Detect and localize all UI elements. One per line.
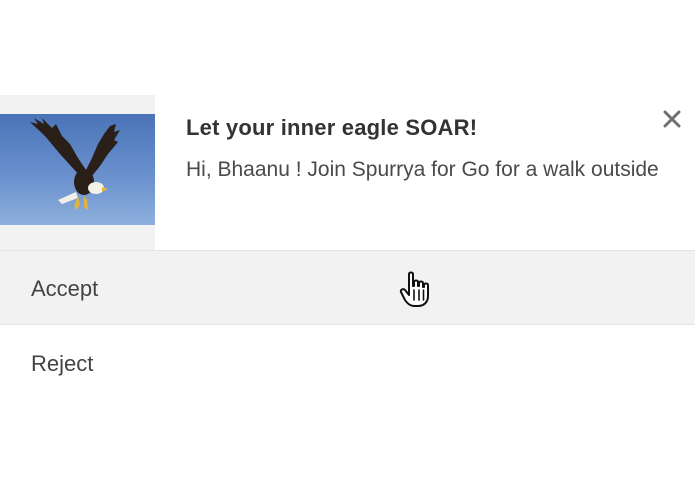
notification-card: Let your inner eagle SOAR! Hi, Bhaanu ! … [0, 95, 695, 250]
notification-image-frame [0, 95, 155, 250]
accept-button[interactable]: Accept [0, 250, 695, 325]
notification-title: Let your inner eagle SOAR! [186, 115, 478, 140]
screen: Let your inner eagle SOAR! Hi, Bhaanu ! … [0, 0, 695, 494]
close-icon[interactable] [660, 107, 684, 131]
bald-eagle-image [0, 114, 155, 225]
reject-button[interactable]: Reject [0, 326, 695, 401]
reject-label: Reject [31, 351, 94, 376]
notification-message: Hi, Bhaanu ! Join Spurrya for Go for a w… [186, 158, 659, 181]
accept-label: Accept [31, 276, 99, 301]
